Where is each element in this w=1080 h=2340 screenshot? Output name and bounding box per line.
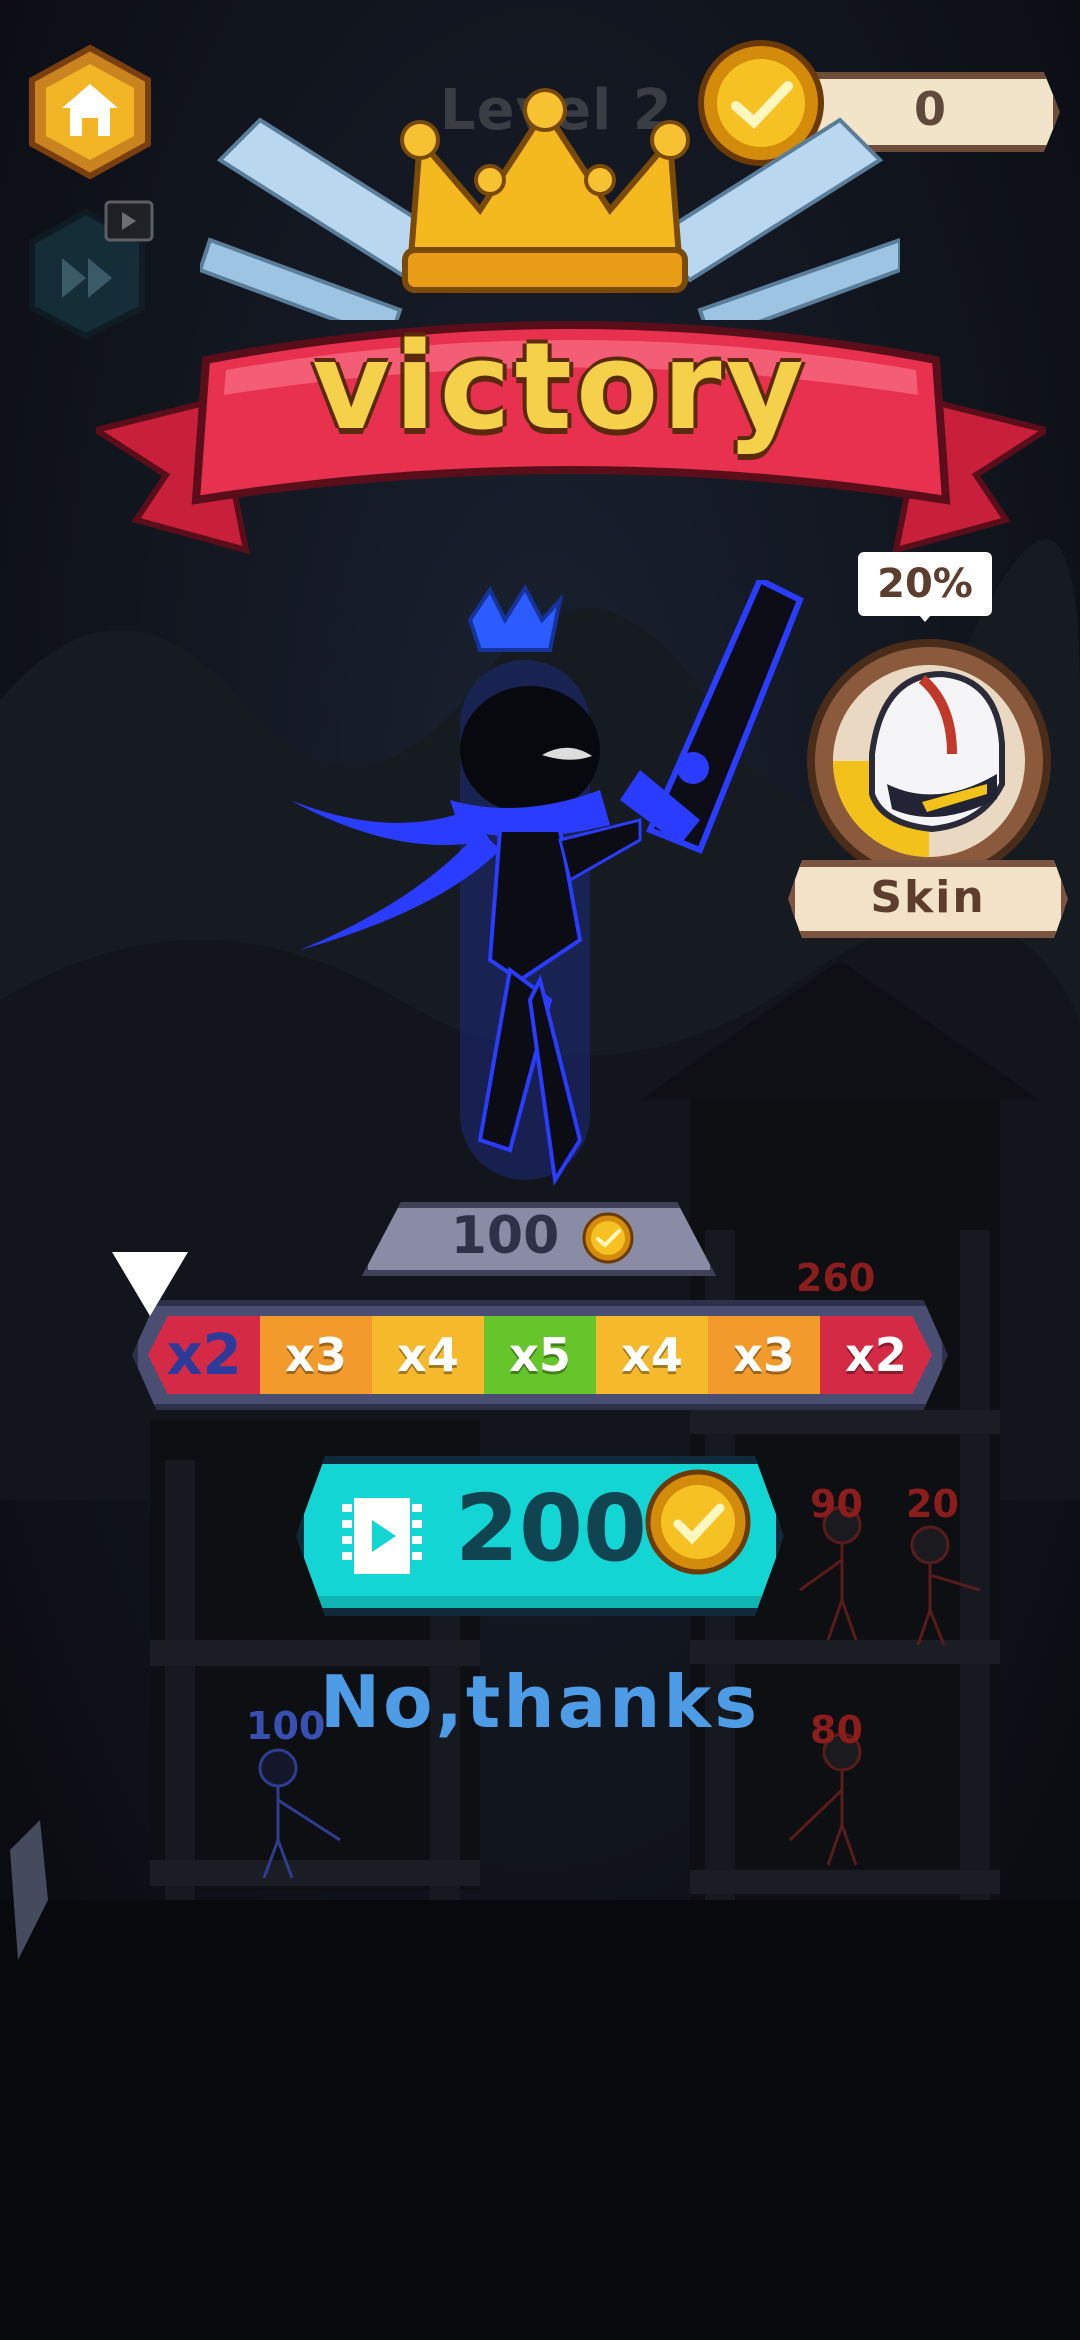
multiplier-segment: x5 xyxy=(484,1316,596,1394)
multiplier-strip: x2 x3 x4 x5 x4 x3 x2 xyxy=(148,1316,932,1394)
enemy-hp-label: 80 xyxy=(810,1708,863,1752)
victory-title: victory xyxy=(312,318,808,457)
video-icon xyxy=(336,1490,428,1582)
multiplier-segment: x2 xyxy=(148,1316,260,1394)
multiplier-pointer xyxy=(112,1252,188,1316)
enemy-hp-label: 260 xyxy=(796,1256,876,1300)
multiplier-segment: x3 xyxy=(260,1316,372,1394)
home-button[interactable] xyxy=(22,44,158,180)
skin-progress-label: 20% xyxy=(858,552,992,622)
multiplier-segment: x4 xyxy=(596,1316,708,1394)
enemy-hp-label: 20 xyxy=(906,1482,959,1526)
multiplier-segment: x3 xyxy=(708,1316,820,1394)
claim-amount: 200 xyxy=(455,1475,648,1582)
no-thanks-button[interactable]: No,thanks xyxy=(300,1660,780,1744)
multiplier-segment: x2 xyxy=(820,1316,932,1394)
skin-button[interactable]: Skin xyxy=(788,860,1068,938)
enemy-hp-label: 90 xyxy=(810,1482,863,1526)
skin-progress-circle[interactable] xyxy=(802,634,1056,888)
home-icon xyxy=(29,44,151,180)
coin-icon xyxy=(582,1212,634,1264)
crown-icon xyxy=(200,88,900,320)
multiplier-segment: x4 xyxy=(372,1316,484,1394)
hero-character xyxy=(290,580,804,1186)
base-reward-value: 100 xyxy=(450,1206,560,1266)
helmet-icon xyxy=(869,670,1005,833)
coin-icon xyxy=(644,1468,752,1576)
